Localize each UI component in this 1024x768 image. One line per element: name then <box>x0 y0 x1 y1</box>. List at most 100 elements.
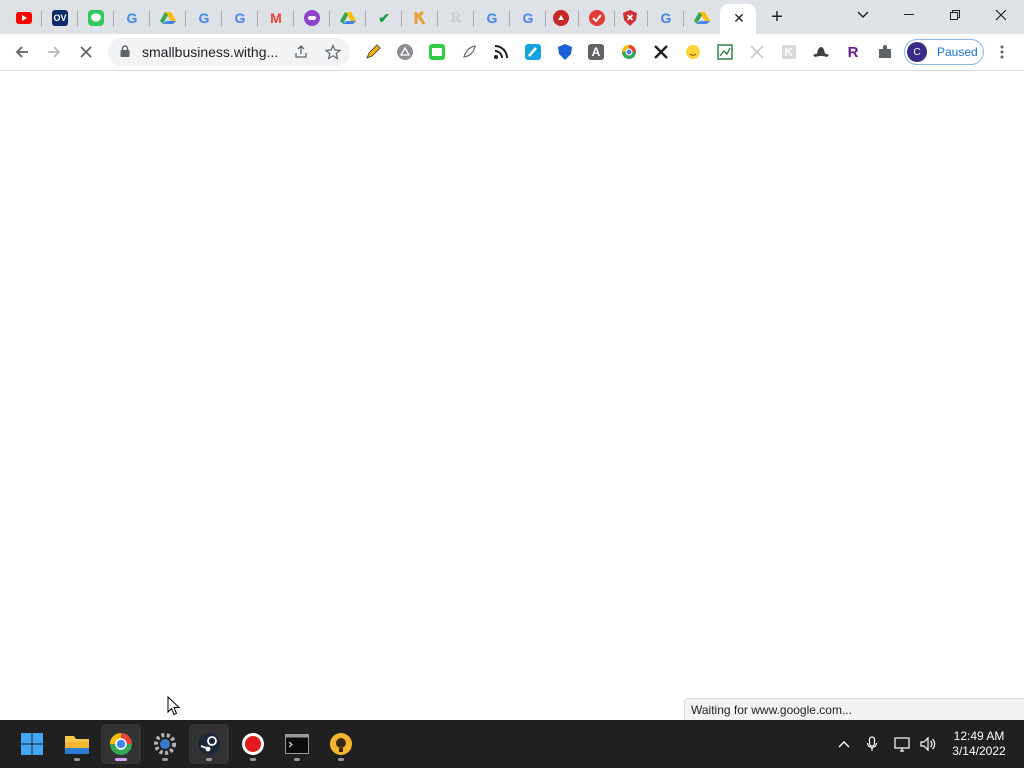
profile-button[interactable]: C Paused <box>904 39 984 65</box>
tab-messages[interactable] <box>78 4 114 32</box>
clock-time: 12:49 AM <box>953 729 1005 743</box>
new-tab-button[interactable]: + <box>766 6 788 28</box>
pen-extension-icon[interactable] <box>524 43 542 61</box>
google-icon: G <box>234 10 246 26</box>
address-bar[interactable]: smallbusiness.withg... <box>108 38 350 66</box>
tools-extension-icon[interactable] <box>652 43 670 61</box>
tab-google-5[interactable]: G <box>510 4 546 32</box>
tab-crown[interactable] <box>402 4 438 32</box>
shield-icon <box>622 10 638 26</box>
google-icon: G <box>126 10 138 26</box>
box-extension-icon[interactable] <box>780 43 798 61</box>
chrome-taskbar-button[interactable] <box>101 724 141 764</box>
close-tab-icon[interactable]: ✕ <box>728 8 750 28</box>
google-icon: G <box>486 10 498 26</box>
gear-icon <box>154 733 176 755</box>
close-window-button[interactable] <box>978 0 1024 30</box>
screen-extension-icon[interactable] <box>428 43 446 61</box>
tab-search-button[interactable] <box>840 0 886 30</box>
chrome-extension-icon[interactable] <box>620 43 638 61</box>
scissors-extension-icon[interactable] <box>748 43 766 61</box>
start-button[interactable] <box>12 724 52 764</box>
network-icon[interactable] <box>893 734 913 754</box>
steam-taskbar-button[interactable] <box>189 724 229 764</box>
browser-menu-icon[interactable] <box>994 42 1010 62</box>
rss-extension-icon[interactable] <box>492 43 510 61</box>
emoji-extension-icon[interactable] <box>684 43 702 61</box>
hat-extension-icon[interactable] <box>812 43 830 61</box>
restore-button[interactable] <box>932 0 978 30</box>
hand-icon <box>553 10 569 26</box>
font-extension-icon[interactable]: A <box>588 44 604 60</box>
terminal-taskbar-button[interactable] <box>277 724 317 764</box>
drive-icon <box>694 10 710 26</box>
tab-drive-2[interactable] <box>330 4 366 32</box>
browser-toolbar: smallbusiness.withg... A R C Paused <box>0 34 1024 71</box>
close-icon <box>995 9 1007 21</box>
tab-drive-3[interactable] <box>684 4 720 32</box>
system-clock[interactable]: 12:49 AM 3/14/2022 <box>944 729 1014 759</box>
tab-hand[interactable] <box>543 4 579 32</box>
chart-extension-icon[interactable] <box>716 43 734 61</box>
r-extension-icon[interactable]: R <box>844 43 862 61</box>
steam-icon <box>198 733 220 755</box>
tab-ov[interactable]: OV <box>42 4 78 32</box>
record-icon <box>242 733 264 755</box>
tab-check[interactable]: ✔ <box>366 4 402 32</box>
todoist-icon <box>589 10 605 26</box>
tab-shield[interactable] <box>612 4 648 32</box>
vpn-shield-icon[interactable] <box>556 43 574 61</box>
gmail-icon: M <box>270 10 282 26</box>
google-icon: G <box>198 10 210 26</box>
tab-google-4[interactable]: G <box>474 4 510 32</box>
drive-icon <box>160 10 176 26</box>
microphone-icon[interactable] <box>862 734 882 754</box>
mouse-cursor-icon <box>167 696 181 716</box>
app-taskbar-button[interactable] <box>321 724 361 764</box>
recorder-taskbar-button[interactable] <box>233 724 273 764</box>
file-explorer-button[interactable] <box>57 724 97 764</box>
ov-icon: OV <box>52 10 68 26</box>
lock-icon <box>120 45 130 57</box>
tab-google-3[interactable]: G <box>222 4 258 32</box>
google-icon: G <box>522 10 534 26</box>
drive-extension-icon[interactable] <box>396 43 414 61</box>
back-button[interactable] <box>8 38 36 66</box>
pencil-extension-icon[interactable] <box>364 43 382 61</box>
minimize-button[interactable] <box>886 0 932 30</box>
tab-google-6[interactable]: G <box>648 4 684 32</box>
crown-icon <box>412 10 428 26</box>
page-content <box>0 71 1024 698</box>
tab-todoist[interactable] <box>579 4 615 32</box>
profile-status-label: Paused <box>937 45 978 59</box>
stop-icon <box>80 46 92 58</box>
tab-youtube[interactable] <box>6 4 42 32</box>
show-hidden-icons-chevron-up-icon[interactable] <box>834 734 854 754</box>
feather-extension-icon[interactable] <box>460 43 478 61</box>
tab-chat[interactable] <box>294 4 330 32</box>
tab-drive-1[interactable] <box>150 4 186 32</box>
forward-arrow-icon <box>48 46 61 58</box>
messages-icon <box>88 10 104 26</box>
tab-google-1[interactable]: G <box>114 4 150 32</box>
volume-icon[interactable] <box>918 734 938 754</box>
terminal-icon <box>285 734 309 754</box>
back-arrow-icon <box>15 46 28 58</box>
chevron-down-icon <box>857 11 869 18</box>
youtube-icon <box>16 10 32 26</box>
stop-loading-button[interactable] <box>72 38 100 66</box>
taskbar: 12:49 AM 3/14/2022 <box>0 720 1024 768</box>
bookmark-star-icon[interactable] <box>324 43 342 61</box>
settings-taskbar-button[interactable] <box>145 724 185 764</box>
avatar: C <box>907 42 927 62</box>
forward-button[interactable] <box>40 38 68 66</box>
tab-gmail[interactable]: M <box>258 4 294 32</box>
restore-icon <box>950 10 960 20</box>
tab-r[interactable]: R <box>438 4 474 32</box>
url-text[interactable]: smallbusiness.withg... <box>142 44 278 60</box>
tab-google-2[interactable]: G <box>186 4 222 32</box>
extensions-puzzle-icon[interactable] <box>876 43 894 61</box>
status-bubble: Waiting for www.google.com... <box>684 698 1024 720</box>
share-icon[interactable] <box>292 43 310 61</box>
minimize-icon <box>904 14 914 15</box>
